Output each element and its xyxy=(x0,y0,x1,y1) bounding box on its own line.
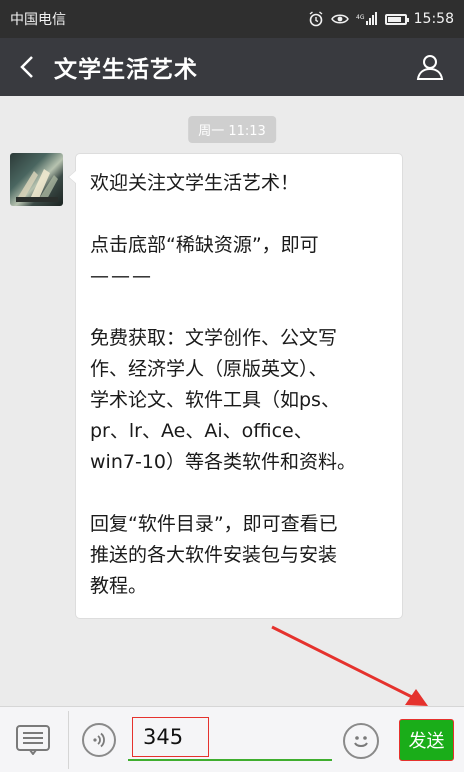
title-bar: 文学生活艺术 xyxy=(0,38,464,96)
chevron-left-icon xyxy=(20,56,33,78)
emoji-button[interactable] xyxy=(343,723,379,759)
status-icons: 4G 15:58 xyxy=(308,11,454,27)
profile-button[interactable] xyxy=(414,51,446,83)
menu-list-icon xyxy=(16,725,50,755)
typed-text[interactable]: 345 xyxy=(132,717,209,757)
message-timestamp: 周一 11:13 xyxy=(188,116,276,143)
eye-icon xyxy=(330,13,349,25)
message-line: win7-10）等各类软件和资料。 xyxy=(90,451,356,473)
message-line: 学术论文、软件工具（如ps、 xyxy=(90,389,340,411)
send-button[interactable]: 发送 xyxy=(399,719,454,761)
input-divider xyxy=(68,711,69,769)
network-label: 4G xyxy=(356,14,365,21)
menu-button[interactable] xyxy=(14,721,52,759)
voice-button[interactable] xyxy=(82,723,116,757)
message-line: 推送的各大软件安装包与安装 xyxy=(90,544,338,566)
message-line: 免费获取：文学创作、公文写 xyxy=(90,327,338,349)
book-sculpture-icon xyxy=(16,169,58,202)
page-title: 文学生活艺术 xyxy=(54,57,198,83)
message-input[interactable]: 345 xyxy=(128,717,332,761)
back-button[interactable] xyxy=(0,38,54,96)
carrier-label: 中国电信 xyxy=(10,12,66,28)
message-line: 点击底部“稀缺资源”，即可 xyxy=(90,234,319,256)
input-bar: 345 发送 xyxy=(0,706,464,772)
status-bar: 中国电信 4G 15:58 xyxy=(0,0,464,38)
emoji-icon xyxy=(354,736,368,747)
person-icon xyxy=(416,55,444,80)
message-line: pr、lr、Ae、Ai、office、 xyxy=(90,420,313,442)
message-line: 回复“软件目录”，即可查看已 xyxy=(90,513,338,535)
message-bubble[interactable]: 欢迎关注文学生活艺术！ 点击底部“稀缺资源”，即可 ——— 免费获取：文学创作、… xyxy=(68,153,403,619)
message-line: ——— xyxy=(90,265,153,287)
message-line: 欢迎关注文学生活艺术！ xyxy=(90,172,300,194)
message-line: 教程。 xyxy=(90,575,148,597)
battery-icon xyxy=(384,13,409,25)
chat-area: 周一 11:13 欢迎关注文学生活艺术！ 点击底部“稀缺资源”，即可 ——— 免… xyxy=(0,96,464,706)
message-line: 作、经济学人（原版英文）、 xyxy=(90,358,328,380)
alarm-icon xyxy=(308,11,324,27)
voice-icon xyxy=(93,732,105,748)
clock-time: 15:58 xyxy=(413,11,454,27)
avatar[interactable] xyxy=(10,153,63,206)
signal-icon: 4G xyxy=(356,12,378,26)
